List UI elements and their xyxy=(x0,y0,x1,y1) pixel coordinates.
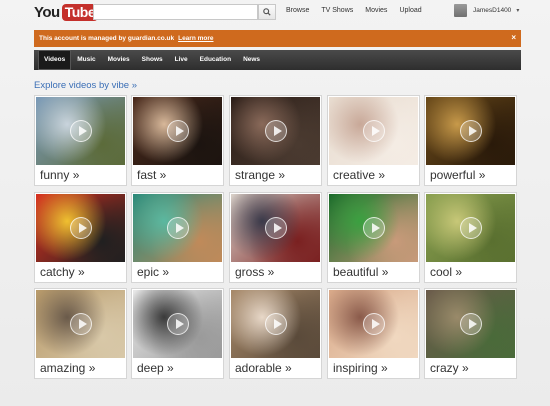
tile-label[interactable]: powerful » xyxy=(430,168,485,182)
vibe-tile[interactable]: creative » xyxy=(327,95,420,186)
tile-label[interactable]: funny » xyxy=(40,168,79,182)
video-thumbnail[interactable] xyxy=(426,290,515,358)
avatar[interactable] xyxy=(454,4,467,17)
video-thumbnail[interactable] xyxy=(231,194,320,262)
nav-browse[interactable]: Browse xyxy=(286,7,309,14)
tile-label[interactable]: inspiring » xyxy=(333,361,388,375)
tab-shows[interactable]: Shows xyxy=(136,50,169,70)
user-menu[interactable]: JamesD1400 ▾ xyxy=(454,4,519,17)
tile-label[interactable]: deep » xyxy=(137,361,174,375)
video-thumbnail[interactable] xyxy=(231,290,320,358)
vibe-tile[interactable]: powerful » xyxy=(424,95,517,186)
play-icon[interactable] xyxy=(166,217,189,239)
play-icon[interactable] xyxy=(166,120,189,142)
tile-label[interactable]: epic » xyxy=(137,265,169,279)
play-icon[interactable] xyxy=(69,217,92,239)
youtube-logo[interactable]: You Tube xyxy=(34,3,99,22)
tile-label[interactable]: creative » xyxy=(333,168,385,182)
play-icon[interactable] xyxy=(69,120,92,142)
video-thumbnail[interactable] xyxy=(231,97,320,165)
logo-you-text: You xyxy=(34,4,60,21)
learn-more-link[interactable]: Learn more xyxy=(178,35,213,42)
video-thumbnail[interactable] xyxy=(329,290,418,358)
category-nav: Videos Music Movies Shows Live Education… xyxy=(34,50,521,70)
play-icon[interactable] xyxy=(362,120,385,142)
tab-videos[interactable]: Videos xyxy=(38,50,72,70)
close-icon[interactable]: × xyxy=(511,33,516,42)
tile-label[interactable]: beautiful » xyxy=(333,265,388,279)
top-nav: Browse TV Shows Movies Upload xyxy=(286,7,434,14)
video-thumbnail[interactable] xyxy=(133,97,222,165)
nav-upload[interactable]: Upload xyxy=(399,7,421,14)
play-icon[interactable] xyxy=(166,313,189,335)
play-icon[interactable] xyxy=(459,217,482,239)
tile-label[interactable]: gross » xyxy=(235,265,274,279)
play-icon[interactable] xyxy=(264,120,287,142)
play-icon[interactable] xyxy=(69,313,92,335)
banner-text: This account is managed by guardian.co.u… xyxy=(39,35,175,42)
username[interactable]: JamesD1400 xyxy=(473,7,511,14)
video-thumbnail[interactable] xyxy=(36,194,125,262)
tab-live[interactable]: Live xyxy=(169,50,194,70)
video-thumbnail[interactable] xyxy=(329,97,418,165)
video-thumbnail[interactable] xyxy=(133,290,222,358)
tile-label[interactable]: fast » xyxy=(137,168,166,182)
search-button[interactable] xyxy=(258,4,276,20)
tile-label[interactable]: amazing » xyxy=(40,361,95,375)
vibe-tile[interactable]: beautiful » xyxy=(327,192,420,283)
vibe-tile[interactable]: epic » xyxy=(131,192,224,283)
vibe-tile[interactable]: inspiring » xyxy=(327,288,420,379)
search-icon xyxy=(263,8,271,16)
tab-education[interactable]: Education xyxy=(194,50,237,70)
tile-label[interactable]: adorable » xyxy=(235,361,292,375)
chevron-down-icon[interactable]: ▾ xyxy=(516,7,519,14)
vibe-tile[interactable]: adorable » xyxy=(229,288,322,379)
video-thumbnail[interactable] xyxy=(426,97,515,165)
play-icon[interactable] xyxy=(459,120,482,142)
tile-label[interactable]: catchy » xyxy=(40,265,85,279)
play-icon[interactable] xyxy=(362,313,385,335)
vibe-tile[interactable]: strange » xyxy=(229,95,322,186)
nav-movies[interactable]: Movies xyxy=(365,7,387,14)
tile-label[interactable]: cool » xyxy=(430,265,462,279)
play-icon[interactable] xyxy=(264,313,287,335)
video-thumbnail[interactable] xyxy=(426,194,515,262)
tile-label[interactable]: strange » xyxy=(235,168,285,182)
vibe-tile[interactable]: amazing » xyxy=(34,288,127,379)
section-title[interactable]: Explore videos by vibe » xyxy=(34,80,137,91)
nav-tv-shows[interactable]: TV Shows xyxy=(321,7,353,14)
vibe-tile[interactable]: cool » xyxy=(424,192,517,283)
vibe-tile[interactable]: catchy » xyxy=(34,192,127,283)
search-input[interactable] xyxy=(93,4,258,20)
vibe-tile[interactable]: funny » xyxy=(34,95,127,186)
tab-news[interactable]: News xyxy=(237,50,266,70)
vibe-tile[interactable]: fast » xyxy=(131,95,224,186)
tab-music[interactable]: Music xyxy=(71,50,101,70)
video-thumbnail[interactable] xyxy=(36,290,125,358)
video-thumbnail[interactable] xyxy=(133,194,222,262)
header: You Tube Browse TV Shows Movies Upload J… xyxy=(0,0,550,26)
play-icon[interactable] xyxy=(264,217,287,239)
play-icon[interactable] xyxy=(362,217,385,239)
play-icon[interactable] xyxy=(459,313,482,335)
vibe-tile[interactable]: gross » xyxy=(229,192,322,283)
tile-label[interactable]: crazy » xyxy=(430,361,469,375)
managed-account-banner: This account is managed by guardian.co.u… xyxy=(34,30,521,47)
video-thumbnail[interactable] xyxy=(36,97,125,165)
tab-movies[interactable]: Movies xyxy=(102,50,136,70)
vibe-tile[interactable]: deep » xyxy=(131,288,224,379)
video-thumbnail[interactable] xyxy=(329,194,418,262)
vibe-tile[interactable]: crazy » xyxy=(424,288,517,379)
